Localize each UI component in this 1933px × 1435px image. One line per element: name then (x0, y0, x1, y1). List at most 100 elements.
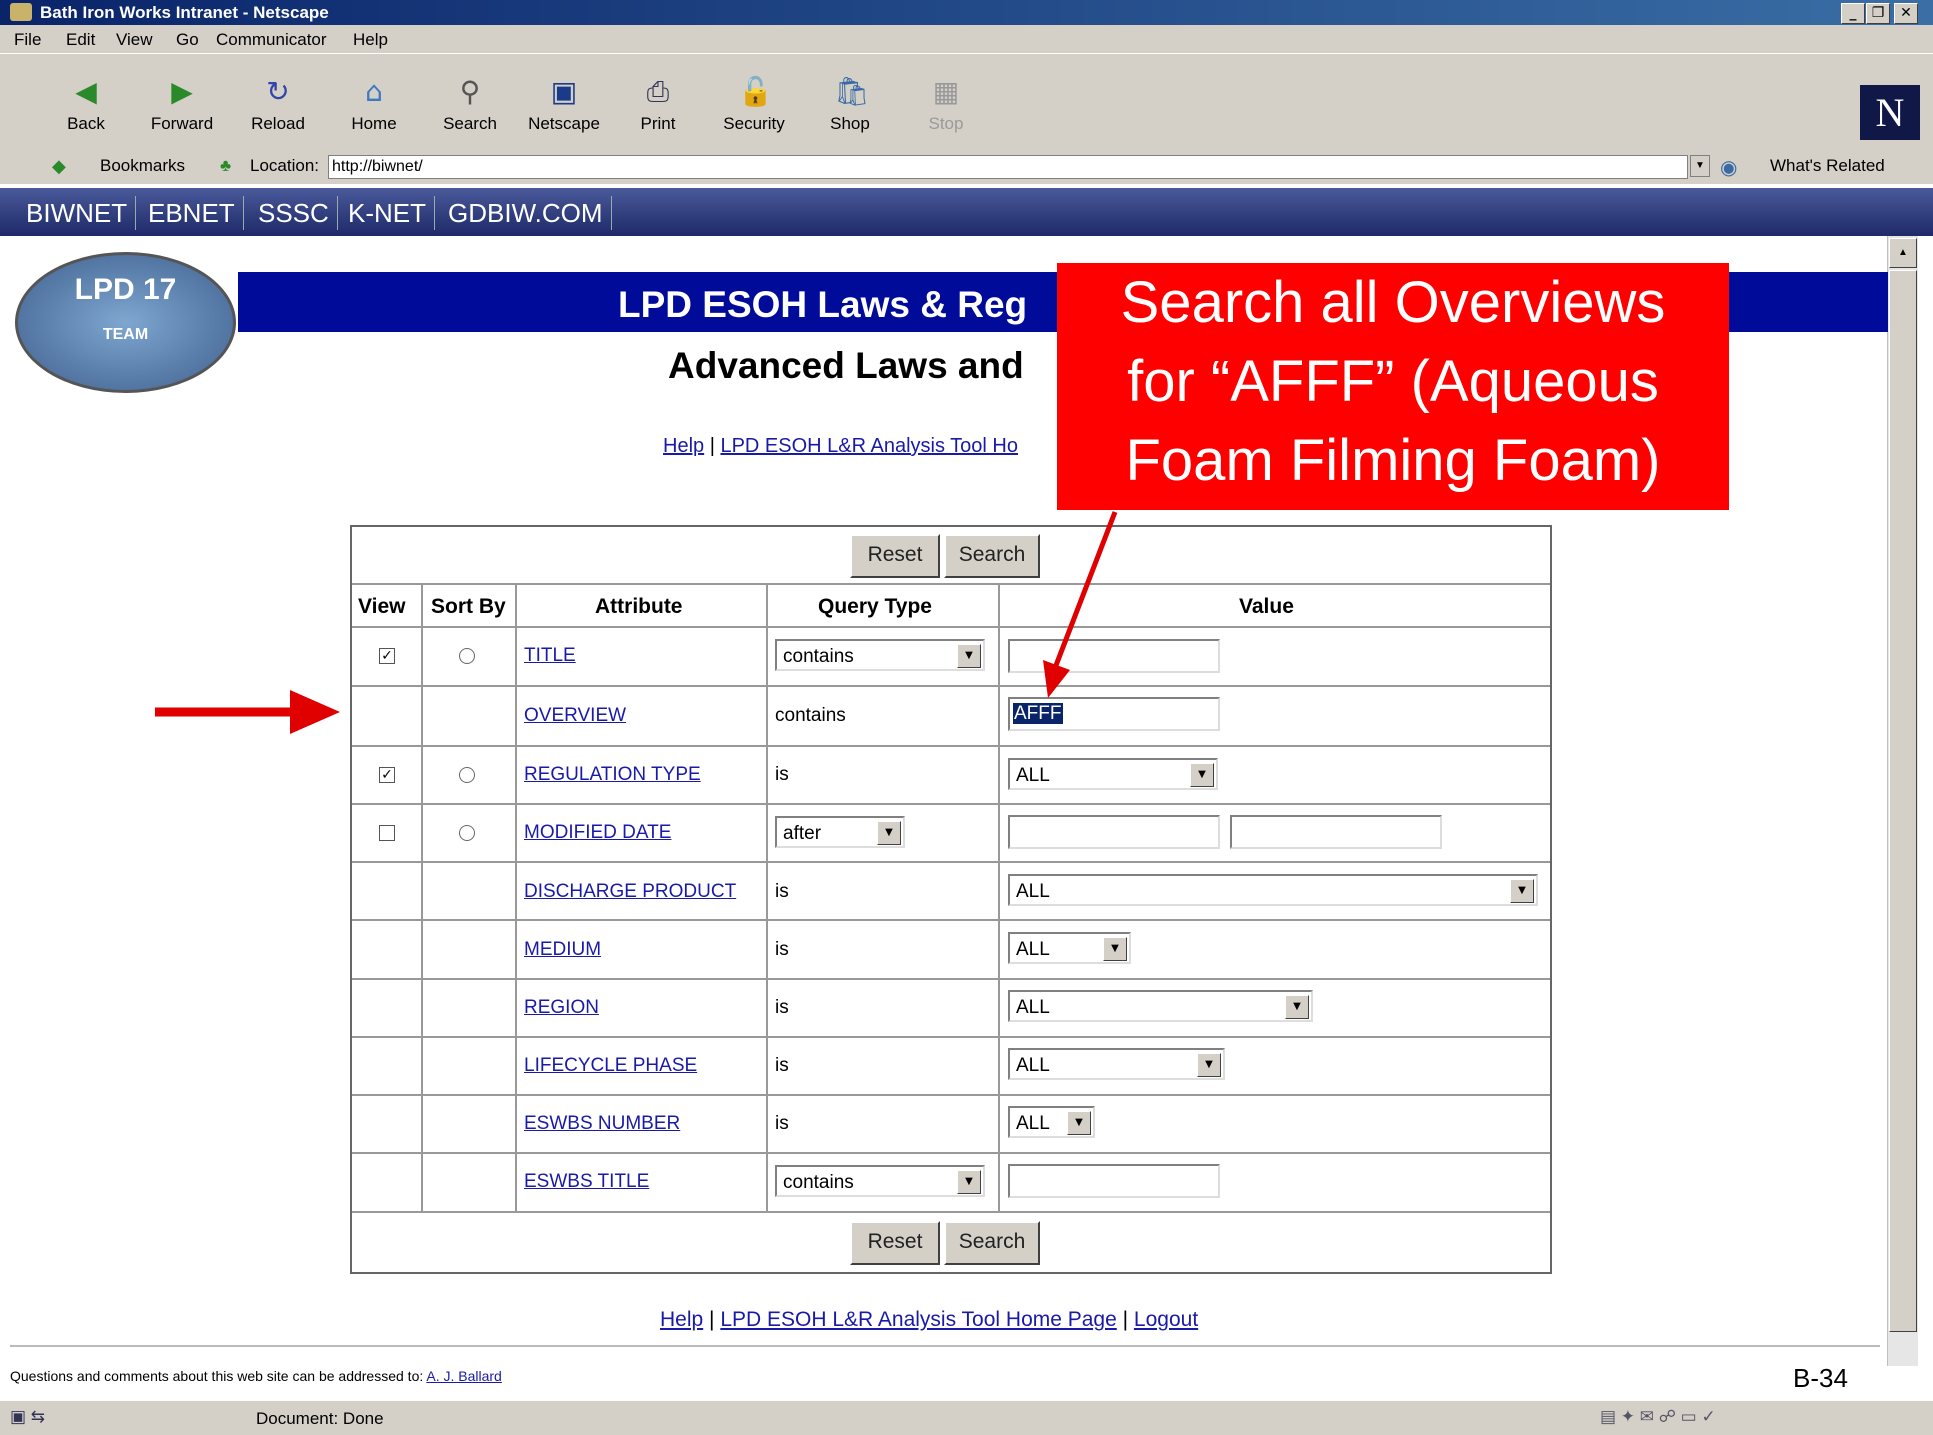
query-type-title-value: contains (783, 646, 854, 667)
value-medium-select[interactable]: ALL ▼ (1008, 932, 1131, 964)
menu-view[interactable]: View (116, 30, 153, 50)
value-overview-input[interactable]: AFFF (1008, 697, 1220, 731)
forward-button[interactable]: ▶ Forward (146, 76, 218, 148)
search-button[interactable]: ⚲ Search (434, 76, 506, 148)
menu-help[interactable]: Help (353, 30, 388, 50)
nav-knet[interactable]: K-NET (340, 196, 435, 230)
sort-radio-title[interactable] (459, 648, 475, 664)
vertical-scrollbar[interactable]: ▲ (1887, 236, 1918, 1366)
query-type-eswbs-title-select[interactable]: contains ▼ (775, 1165, 985, 1197)
shop-button[interactable]: 🛍 Shop (814, 76, 886, 148)
chevron-down-icon: ▼ (1197, 1053, 1221, 1077)
reset-button-bottom[interactable]: Reset (850, 1221, 940, 1265)
attr-medium-link[interactable]: MEDIUM (524, 939, 601, 961)
shop-label: Shop (830, 114, 870, 133)
value-eswbs-number-select[interactable]: ALL ▼ (1008, 1106, 1095, 1138)
query-type-modified-date-select[interactable]: after ▼ (775, 816, 905, 848)
value-modified-date-to[interactable] (1230, 815, 1442, 849)
nav-gdbiw[interactable]: GDBIW.COM (440, 196, 612, 230)
home-page-link-bottom[interactable]: LPD ESOH L&R Analysis Tool Home Page (720, 1308, 1116, 1331)
reload-button[interactable]: ↻ Reload (242, 76, 314, 148)
bookmarks-icon: ◆ (52, 156, 66, 176)
value-modified-date-from[interactable] (1008, 815, 1220, 849)
search-button-bottom[interactable]: Search (944, 1221, 1040, 1265)
whats-related-button[interactable]: What's Related (1770, 156, 1885, 176)
link-separator: | (703, 1308, 721, 1331)
search-button-top[interactable]: Search (944, 534, 1040, 578)
query-type-title-select[interactable]: contains ▼ (775, 639, 985, 671)
discharge-product-value: ALL (1016, 881, 1050, 902)
view-checkbox-modified-date[interactable] (379, 825, 395, 841)
netscape-brand-logo[interactable]: N (1860, 85, 1920, 140)
security-button[interactable]: 🔓 Security (718, 76, 790, 148)
value-lifecycle-phase-select[interactable]: ALL ▼ (1008, 1048, 1225, 1080)
nav-ebnet[interactable]: EBNET (140, 196, 244, 230)
forward-label: Forward (150, 114, 214, 133)
window-title-bar: Bath Iron Works Intranet - Netscape _ ❐ … (0, 0, 1933, 25)
page-title: LPD ESOH Laws & Reg (618, 284, 1028, 325)
close-icon[interactable]: ✕ (1894, 3, 1918, 24)
query-type-overview: contains (775, 705, 846, 726)
attr-discharge-product-link[interactable]: DISCHARGE PRODUCT (524, 881, 736, 903)
maximize-icon[interactable]: ❐ (1866, 3, 1890, 24)
scroll-up-icon[interactable]: ▲ (1889, 238, 1917, 268)
back-button[interactable]: ◀ Back (50, 76, 122, 148)
logo-text: LPD 17 (74, 273, 177, 306)
minimize-icon[interactable]: _ (1841, 3, 1865, 24)
contact-link[interactable]: A. J. Ballard (426, 1368, 501, 1384)
forward-arrow-icon: ▶ (171, 75, 193, 108)
view-checkbox-regulation-type[interactable]: ✓ (379, 767, 395, 783)
menu-go[interactable]: Go (176, 30, 199, 50)
reset-button-top[interactable]: Reset (850, 534, 940, 578)
value-region-select[interactable]: ALL ▼ (1008, 990, 1313, 1022)
status-bar: ▣ ⇆ Document: Done ▤ ✦ ✉ ☍ ▭ ✓ (0, 1400, 1933, 1435)
attr-regulation-type-link[interactable]: REGULATION TYPE (524, 764, 701, 786)
url-input[interactable]: http://biwnet/ (328, 155, 1688, 179)
nav-sssc[interactable]: SSSC (250, 196, 338, 230)
view-checkbox-title[interactable]: ✓ (379, 648, 395, 664)
sort-radio-modified-date[interactable] (459, 825, 475, 841)
help-link[interactable]: Help (663, 435, 704, 457)
chevron-down-icon: ▼ (957, 644, 981, 668)
home-button[interactable]: ⌂ Home (338, 76, 410, 148)
stop-button[interactable]: ▦ Stop (910, 76, 982, 148)
scroll-thumb[interactable] (1889, 270, 1917, 1332)
value-regulation-type-select[interactable]: ALL ▼ (1008, 758, 1218, 790)
attr-eswbs-title-link[interactable]: ESWBS TITLE (524, 1171, 649, 1193)
nav-biwnet[interactable]: BIWNET (18, 196, 137, 230)
sort-radio-regulation-type[interactable] (459, 767, 475, 783)
attr-overview-link[interactable]: OVERVIEW (524, 705, 626, 727)
medium-value: ALL (1016, 939, 1050, 960)
query-type-regulation-type: is (775, 764, 789, 785)
bookmarks-button[interactable]: Bookmarks (100, 156, 185, 176)
attr-modified-date-link[interactable]: MODIFIED DATE (524, 822, 671, 844)
netscape-button[interactable]: ▣ Netscape (528, 76, 600, 148)
attr-lifecycle-phase-link[interactable]: LIFECYCLE PHASE (524, 1055, 697, 1077)
value-discharge-product-select[interactable]: ALL ▼ (1008, 874, 1538, 906)
window-title: Bath Iron Works Intranet - Netscape (40, 3, 329, 22)
value-title-input[interactable] (1008, 639, 1220, 673)
search-label: Search (443, 114, 497, 133)
shop-icon: 🛍 (834, 75, 870, 108)
value-eswbs-title-input[interactable] (1008, 1164, 1220, 1198)
url-dropdown-icon[interactable]: ▼ (1690, 155, 1710, 177)
print-button[interactable]: ⎙ Print (622, 76, 694, 148)
menu-edit[interactable]: Edit (66, 30, 95, 50)
menu-communicator[interactable]: Communicator (216, 30, 327, 50)
attr-title-link[interactable]: TITLE (524, 645, 576, 667)
link-separator: | (1116, 1308, 1134, 1331)
reload-icon: ↻ (266, 75, 290, 108)
help-link-bottom[interactable]: Help (660, 1308, 703, 1331)
menu-file[interactable]: File (14, 30, 41, 50)
component-bar-icons[interactable]: ▤ ✦ ✉ ☍ ▭ ✓ (1600, 1407, 1716, 1427)
search-icon: ⚲ (459, 75, 481, 108)
query-type-medium: is (775, 939, 789, 960)
stop-icon: ▦ (932, 75, 960, 108)
regulation-type-value: ALL (1016, 765, 1050, 786)
home-page-link[interactable]: LPD ESOH L&R Analysis Tool Ho (720, 435, 1018, 457)
footer-contact-text: Questions and comments about this web si… (10, 1368, 502, 1384)
attr-region-link[interactable]: REGION (524, 997, 599, 1019)
location-toolbar: ◆ Bookmarks ♣ Location: http://biwnet/ ▼… (0, 150, 1933, 184)
attr-eswbs-number-link[interactable]: ESWBS NUMBER (524, 1113, 680, 1135)
logout-link[interactable]: Logout (1134, 1308, 1198, 1331)
